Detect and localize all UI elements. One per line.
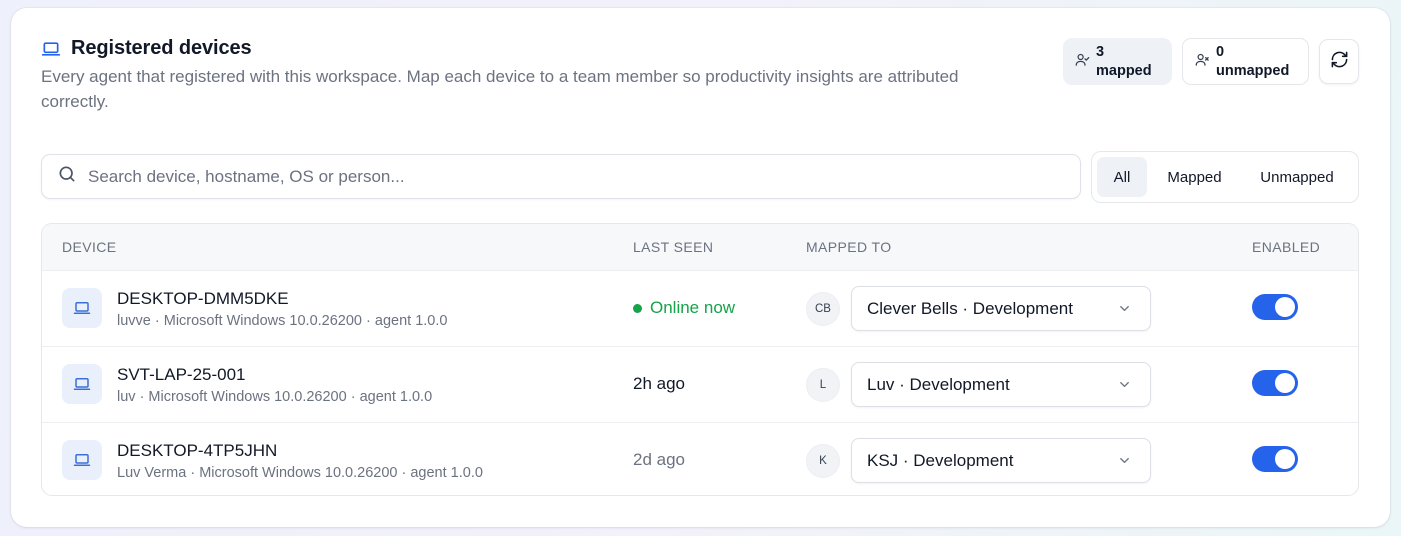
chevron-down-icon: [1117, 301, 1132, 321]
enabled-toggle[interactable]: [1252, 446, 1298, 472]
last-seen: 2d ago: [633, 450, 685, 470]
page-subtitle: Every agent that registered with this wo…: [41, 67, 959, 111]
mapped-count: 3: [1096, 43, 1105, 60]
mapped-to-value: Luv · Development: [867, 374, 1010, 394]
refresh-icon: [1330, 50, 1349, 74]
column-device: DEVICE: [62, 239, 117, 255]
laptop-icon: [41, 39, 61, 59]
user-check-icon: [1075, 52, 1090, 72]
table-row: DESKTOP-DMM5DKE luvve · Microsoft Window…: [42, 270, 1358, 346]
search-box[interactable]: [41, 154, 1081, 199]
avatar: K: [806, 444, 840, 478]
column-last-seen: LAST SEEN: [633, 239, 714, 255]
last-seen-text: 2h ago: [633, 374, 685, 393]
enabled-toggle[interactable]: [1252, 370, 1298, 396]
mapped-to-value: Clever Bells · Development: [867, 298, 1073, 318]
filter-all[interactable]: All: [1097, 157, 1147, 197]
table-header: DEVICE LAST SEEN MAPPED TO ENABLED: [42, 224, 1358, 270]
last-seen: Online now: [633, 298, 735, 318]
mapped-to-select[interactable]: Clever Bells · Development: [851, 286, 1151, 331]
search-input[interactable]: [88, 166, 1080, 187]
mapping-filter: All Mapped Unmapped: [1091, 151, 1359, 203]
avatar: L: [806, 368, 840, 402]
last-seen-text: Online now: [650, 298, 736, 317]
online-status-dot: [633, 303, 642, 313]
registered-devices-card: Registered devices Every agent that regi…: [11, 8, 1390, 527]
mapped-to-select[interactable]: Luv · Development: [851, 362, 1151, 407]
mapped-count-badge: 3 mapped: [1063, 38, 1172, 85]
device-name: SVT-LAP-25-001: [117, 365, 246, 384]
device-name: DESKTOP-4TP5JHN: [117, 441, 278, 460]
last-seen-text: 2d ago: [633, 450, 685, 469]
filter-mapped[interactable]: Mapped: [1147, 157, 1242, 197]
column-mapped-to: MAPPED TO: [806, 239, 892, 255]
toggle-knob: [1275, 449, 1295, 469]
laptop-icon: [62, 364, 102, 404]
laptop-icon: [62, 288, 102, 328]
chevron-down-icon: [1117, 453, 1132, 473]
unmapped-count-badge: 0 unmapped: [1182, 38, 1309, 85]
chevron-down-icon: [1117, 377, 1132, 397]
avatar: CB: [806, 292, 840, 326]
search-icon: [57, 164, 77, 189]
page-title: Registered devices: [71, 37, 252, 59]
mapped-to-select[interactable]: KSJ · Development: [851, 438, 1151, 483]
mapped-to-value: KSJ · Development: [867, 450, 1014, 470]
devices-table: DEVICE LAST SEEN MAPPED TO ENABLED DESKT…: [41, 223, 1359, 496]
device-meta: luv · Microsoft Windows 10.0.26200 · age…: [117, 389, 433, 405]
user-x-icon: [1195, 52, 1210, 72]
table-row: DESKTOP-4TP5JHN Luv Verma · Microsoft Wi…: [42, 422, 1358, 495]
device-meta: Luv Verma · Microsoft Windows 10.0.26200…: [117, 465, 483, 481]
table-row: SVT-LAP-25-001 luv · Microsoft Windows 1…: [42, 346, 1358, 422]
laptop-icon: [62, 440, 102, 480]
refresh-button[interactable]: [1319, 39, 1359, 84]
device-meta: luvve · Microsoft Windows 10.0.26200 · a…: [117, 313, 448, 329]
toggle-knob: [1275, 373, 1295, 393]
filter-unmapped[interactable]: Unmapped: [1242, 157, 1352, 197]
mapped-label: mapped: [1096, 62, 1152, 79]
device-name: DESKTOP-DMM5DKE: [117, 289, 289, 308]
enabled-toggle[interactable]: [1252, 294, 1298, 320]
unmapped-count: 0: [1216, 43, 1225, 60]
toggle-knob: [1275, 297, 1295, 317]
unmapped-label: unmapped: [1216, 62, 1290, 79]
column-enabled: ENABLED: [1252, 239, 1321, 255]
card-header: Registered devices: [41, 37, 252, 60]
last-seen: 2h ago: [633, 374, 685, 394]
